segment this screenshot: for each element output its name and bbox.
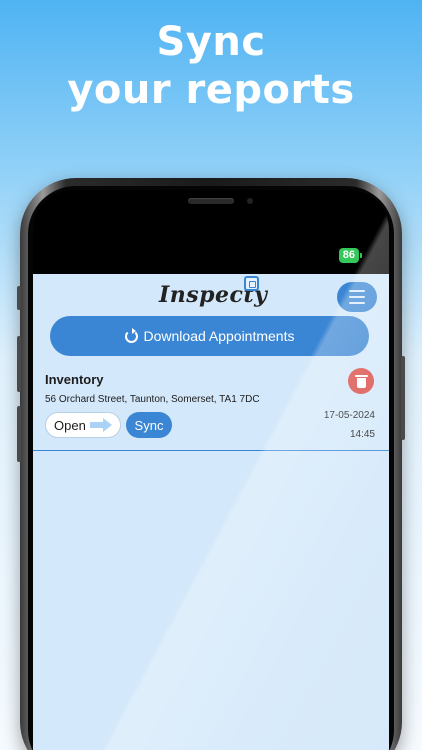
delete-appointment-button[interactable] [348,368,374,394]
promo-line-2: your reports [67,67,355,113]
promo-line-1: Sync [156,19,266,65]
appointment-date: 17-05-2024 [323,410,375,421]
open-label: Open [54,417,86,433]
promo-headline: Sync your reports [0,18,422,114]
menu-button[interactable] [337,282,377,312]
download-appointments-button[interactable]: Download Appointments [50,316,369,356]
list-divider [33,450,389,451]
logo-house-icon [244,276,259,291]
download-appointments-label: Download Appointments [143,328,295,344]
arrow-right-icon [89,418,112,432]
front-camera [247,198,253,204]
phone-screen: 86 Inspecty Download Appointments Invent… [33,190,389,750]
battery-indicator: 86 [338,248,363,263]
phone-volume-up [17,336,21,392]
app-view: Inspecty Download Appointments Inventory… [33,274,389,750]
refresh-icon [124,327,138,343]
speaker-grille [188,198,234,204]
sync-appointment-button[interactable]: Sync [126,412,172,438]
open-appointment-button[interactable]: Open [45,412,121,438]
appointment-address: 56 Orchard Street, Taunton, Somerset, TA… [45,394,260,405]
menu-icon [349,290,365,292]
appointment-title: Inventory [45,372,104,387]
appointment-time: 14:45 [349,429,375,440]
trash-icon [354,374,368,388]
phone-silent-switch [17,286,21,310]
phone-power-button [401,356,405,440]
phone-volume-down [17,406,21,462]
